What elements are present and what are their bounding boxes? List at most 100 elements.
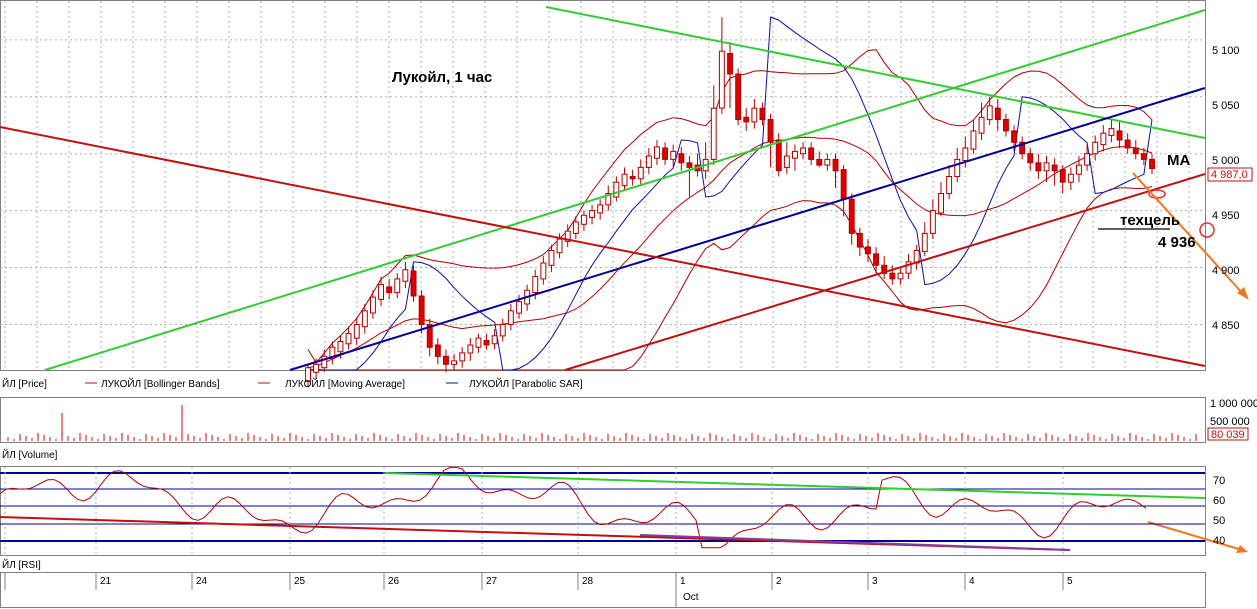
- volume-legend: ЙЛ [Volume]: [2, 448, 58, 461]
- candle-body: [978, 116, 985, 134]
- candle-body: [337, 341, 344, 353]
- candle-body: [572, 221, 579, 234]
- time-axis-frame: [0, 572, 1206, 608]
- candle-body: [1140, 153, 1147, 160]
- day-label: 25: [294, 576, 306, 587]
- candle-body: [467, 344, 474, 354]
- trend-line-blue: [289, 87, 1206, 371]
- legend-bollinger: ЛУКОЙЛ [Bollinger Bands]: [101, 377, 220, 390]
- candle-body: [792, 150, 798, 159]
- candle-body: [800, 147, 806, 155]
- candle-body: [897, 272, 904, 280]
- candle-body: [532, 276, 539, 294]
- candle-body: [434, 344, 441, 357]
- candle-body: [1027, 153, 1034, 164]
- candle-body: [1043, 162, 1050, 172]
- day-label: 3: [872, 576, 878, 587]
- month-label: Oct: [683, 592, 699, 603]
- candle-body: [394, 278, 401, 294]
- candle-body: [1124, 139, 1131, 149]
- candle-body: [929, 210, 936, 234]
- candle-body: [645, 155, 652, 168]
- candle-body: [873, 253, 879, 266]
- day-label: 24: [196, 576, 208, 587]
- rsi-tick: 60: [1213, 495, 1225, 507]
- candle-body: [386, 286, 393, 294]
- rsi-tick: 70: [1213, 475, 1225, 487]
- annotation-ma: МА: [1167, 152, 1190, 169]
- candle-body: [516, 301, 522, 314]
- candle-body: [378, 284, 385, 300]
- candle-body: [743, 116, 750, 123]
- time-axis: 21 24 25 26 27 28 1 2 3 4 5: [4, 573, 1073, 607]
- candle-body: [832, 158, 839, 172]
- candle-body: [548, 250, 555, 266]
- volume-bars: [7, 405, 1197, 441]
- candle-body: [402, 269, 409, 282]
- candle-body: [1076, 164, 1082, 175]
- candle-body: [718, 50, 725, 109]
- candle-body: [1059, 169, 1066, 183]
- candle-body: [889, 272, 896, 280]
- trend-line-red-lower: [564, 173, 1206, 371]
- candle-body: [824, 158, 831, 166]
- candle-body: [313, 363, 320, 373]
- candle-body: [1051, 164, 1058, 172]
- candle-body: [589, 210, 595, 218]
- candle-body: [856, 232, 863, 248]
- candle-body: [507, 310, 514, 325]
- price-tick: 4 900: [1212, 265, 1240, 277]
- candle-body: [597, 204, 604, 214]
- candle-body: [962, 147, 969, 161]
- annotation-target-label: техцель: [1120, 212, 1180, 229]
- candle-body: [710, 107, 717, 160]
- candle-body: [353, 324, 360, 339]
- candle-body: [816, 158, 823, 166]
- annotation-target-value: 4 936: [1158, 234, 1196, 251]
- candle-body: [629, 176, 636, 180]
- last-price-badge: 4 987,0: [1211, 169, 1248, 181]
- candle-body: [678, 153, 685, 164]
- candle-body: [475, 337, 482, 348]
- candle-body: [361, 310, 368, 328]
- candle-body: [865, 246, 871, 255]
- candle-body: [686, 162, 693, 168]
- day-label: 21: [100, 576, 112, 587]
- candle-body: [654, 146, 660, 159]
- stock-chart: Лукойл, 1 час МА техцель 4 936 5 100 5 0…: [0, 0, 1257, 608]
- day-label: 4: [969, 576, 975, 587]
- candle-body: [1132, 147, 1139, 155]
- rsi-tick: 50: [1213, 515, 1225, 527]
- candle-body: [1084, 153, 1090, 166]
- candle-body: [670, 150, 677, 160]
- candle-body: [637, 166, 644, 180]
- trend-line-red-upper: [0, 126, 1206, 367]
- rsi-trend-green: [384, 472, 1206, 499]
- candle-body: [808, 147, 815, 160]
- candle-body: [994, 107, 1001, 121]
- legend-price: ЙЛ [Price]: [2, 377, 47, 390]
- legend-sar: ЛУКОЙЛ [Parabolic SAR]: [469, 377, 583, 390]
- day-label: 28: [582, 576, 594, 587]
- candle-body: [970, 130, 977, 150]
- target-circle-2: [1199, 222, 1215, 238]
- candle-body: [662, 147, 668, 160]
- candle-body: [418, 295, 425, 325]
- candle-body: [1149, 158, 1155, 169]
- rsi-forecast-arrow: [1147, 521, 1243, 551]
- volume-panel-frame: [0, 397, 1206, 443]
- candle-body: [767, 119, 774, 143]
- candle-body: [727, 53, 733, 75]
- day-label: 27: [486, 576, 498, 587]
- candle-body: [410, 270, 417, 297]
- price-tick: 5 000: [1212, 155, 1240, 167]
- day-label: 5: [1067, 576, 1073, 587]
- candle-body: [751, 107, 758, 123]
- candle-body: [370, 296, 376, 314]
- candle-body: [921, 232, 928, 253]
- main-legend: ЙЛ [Price] ЛУКОЙЛ [Bollinger Bands] ЛУКО…: [2, 377, 583, 390]
- day-label: 1: [680, 576, 686, 587]
- candle-body: [986, 105, 993, 121]
- candle-body: [1108, 128, 1115, 136]
- candle-body: [451, 360, 458, 365]
